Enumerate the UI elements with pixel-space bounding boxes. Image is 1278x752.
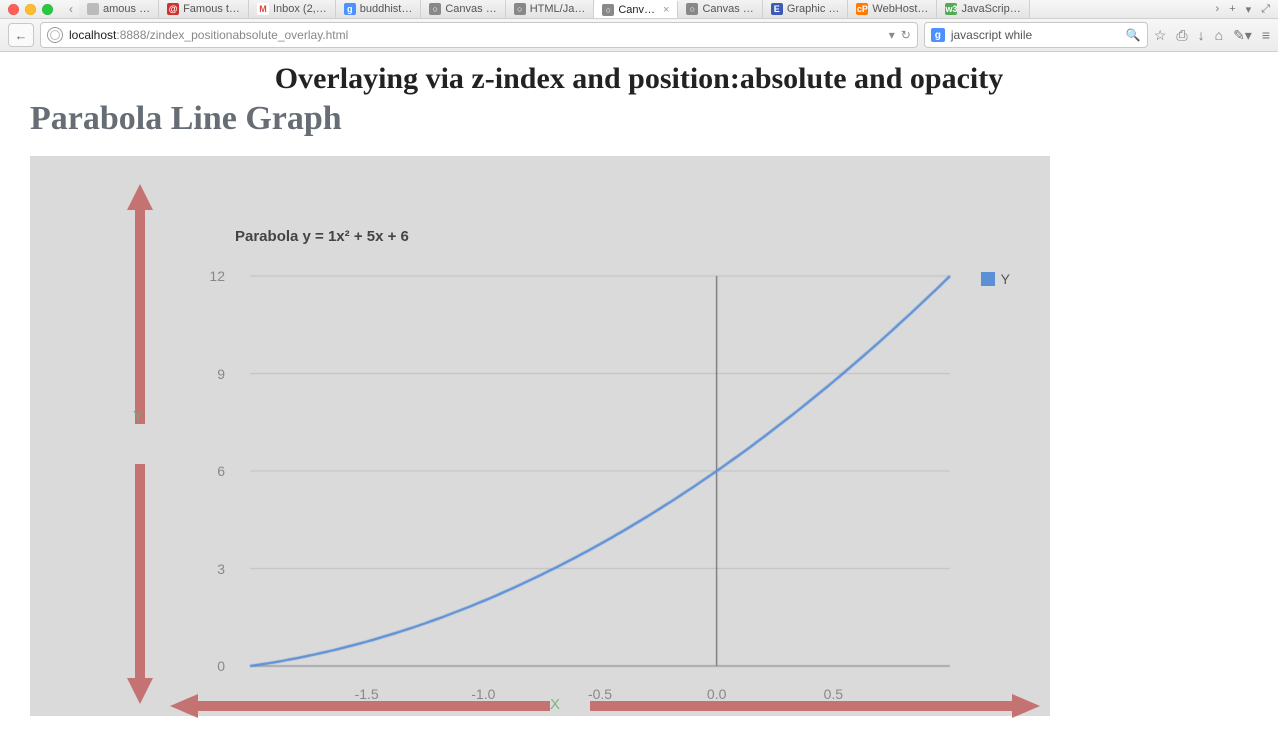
zoom-window-icon[interactable] (42, 4, 53, 15)
tab-label: Canvas … (445, 3, 496, 15)
browser-tab[interactable]: cP WebHost… (848, 0, 937, 18)
tab-list-dropdown-icon[interactable]: ▾ (1246, 3, 1252, 16)
y-tick-label: 6 (195, 463, 225, 479)
browser-tab[interactable]: ○ Canvas … (421, 0, 505, 18)
browser-tab[interactable]: M Inbox (2,… (249, 0, 336, 18)
chart-title: Parabola y = 1x² + 5x + 6 (235, 228, 409, 245)
tab-label: Graphic … (787, 3, 840, 15)
tab-label: HTML/Ja… (530, 3, 586, 15)
tab-label: Inbox (2,… (273, 3, 327, 15)
y-tick-label: 0 (195, 658, 225, 674)
site-identity-icon[interactable] (47, 27, 63, 43)
tab-label: JavaScrip… (961, 3, 1020, 15)
browser-toolbar: ← localhost:8888/zindex_positionabsolute… (0, 19, 1278, 52)
reload-icon[interactable]: ↻ (901, 28, 911, 42)
chart-panel: Parabola y = 1x² + 5x + 6 Y 036912 -1.5-… (30, 156, 1050, 716)
tab-favicon-icon: ○ (686, 3, 698, 15)
tab-favicon-icon: M (257, 3, 269, 15)
search-input[interactable]: javascript while (951, 28, 1120, 42)
window-titlebar: ‹ amous … @ Famous t… M Inbox (2,… g buddhist…… (0, 0, 1278, 19)
browser-tab[interactable]: @ Famous t… (159, 0, 249, 18)
customize-icon[interactable]: ✎▾ (1233, 27, 1252, 44)
browser-tabstrip: amous … @ Famous t… M Inbox (2,… g buddhist… ○ C… (79, 0, 1216, 18)
url-path: :8888/zindex_positionabsolute_overlay.ht… (116, 28, 348, 42)
tab-label: amous … (103, 3, 150, 15)
tab-scroll-right-icon[interactable]: › (1216, 3, 1220, 15)
browser-tab[interactable]: ○ HTML/Ja… (506, 0, 595, 18)
y-tick-label: 9 (195, 366, 225, 382)
tab-favicon-icon: g (344, 3, 356, 15)
y-tick-label: 12 (195, 268, 225, 284)
new-tab-icon[interactable]: + (1229, 3, 1235, 15)
browser-tab[interactable]: ○ Canvas … (678, 0, 762, 18)
legend-label: Y (1001, 271, 1010, 287)
y-axis-arrow-overlay (125, 184, 155, 704)
tab-favicon-icon: ○ (514, 3, 526, 15)
tab-favicon-icon: cP (856, 3, 868, 15)
traffic-lights (8, 4, 53, 15)
browser-tab[interactable]: E Graphic … (763, 0, 849, 18)
toolbar-right: ☆ ⎙ ↓ ⌂ ✎▾ ≡ (1154, 27, 1270, 44)
address-bar[interactable]: localhost:8888/zindex_positionabsolute_o… (40, 22, 918, 48)
tab-favicon-icon: ○ (602, 4, 614, 16)
minimize-window-icon[interactable] (25, 4, 36, 15)
y-axis-overlay-label: Y (133, 408, 143, 425)
page-content: Overlaying via z-index and position:abso… (0, 62, 1278, 716)
visualization-container: Parabola y = 1x² + 5x + 6 Y 036912 -1.5-… (30, 156, 1050, 716)
url-host: localhost (69, 28, 116, 42)
tab-label: Canvas … (702, 3, 753, 15)
tabstrip-overflow-controls: › + ▾ ⤢ (1216, 3, 1270, 16)
url-display: localhost:8888/zindex_positionabsolute_o… (69, 28, 883, 42)
tab-favicon-icon: E (771, 3, 783, 15)
tab-scroll-left-icon[interactable]: ‹ (63, 2, 79, 16)
browser-tab[interactable]: amous … (79, 0, 159, 18)
browser-tab[interactable]: w3 JavaScrip… (937, 0, 1029, 18)
page-subtitle: Parabola Line Graph (30, 100, 1248, 138)
back-arrow-icon: ← (15, 28, 28, 43)
page-title: Overlaying via z-index and position:abso… (30, 62, 1248, 96)
chart-legend: Y (981, 271, 1010, 287)
line-chart-canvas (220, 266, 960, 676)
tab-close-icon[interactable]: × (663, 4, 669, 16)
browser-tab[interactable]: g buddhist… (336, 0, 422, 18)
legend-swatch-icon (981, 272, 995, 286)
search-bar[interactable]: g javascript while 🔍 (924, 22, 1148, 48)
tab-favicon-icon (87, 3, 99, 15)
search-engine-icon[interactable]: g (931, 28, 945, 42)
home-icon[interactable]: ⌂ (1215, 27, 1223, 44)
downloads-icon[interactable]: ↓ (1198, 27, 1205, 44)
browser-tab[interactable]: ○ Canv… × (594, 0, 678, 18)
x-axis-arrow-overlay (170, 691, 1040, 721)
y-tick-label: 3 (195, 561, 225, 577)
tab-label: Famous t… (183, 3, 240, 15)
search-submit-icon[interactable]: 🔍 (1126, 28, 1141, 42)
tab-favicon-icon: ○ (429, 3, 441, 15)
reader-mode-icon[interactable]: ▾ (889, 28, 895, 42)
close-window-icon[interactable] (8, 4, 19, 15)
fullscreen-icon[interactable]: ⤢ (1261, 3, 1270, 16)
clipboard-icon[interactable]: ⎙ (1176, 27, 1187, 44)
bookmark-star-icon[interactable]: ☆ (1154, 27, 1167, 44)
tab-label: buddhist… (360, 3, 413, 15)
hamburger-menu-icon[interactable]: ≡ (1262, 27, 1270, 44)
tab-favicon-icon: @ (167, 3, 179, 15)
x-axis-overlay-label: X (550, 696, 560, 713)
tab-label: Canv… (618, 4, 655, 16)
back-button[interactable]: ← (8, 23, 34, 47)
tab-label: WebHost… (872, 3, 928, 15)
tab-favicon-icon: w3 (945, 3, 957, 15)
